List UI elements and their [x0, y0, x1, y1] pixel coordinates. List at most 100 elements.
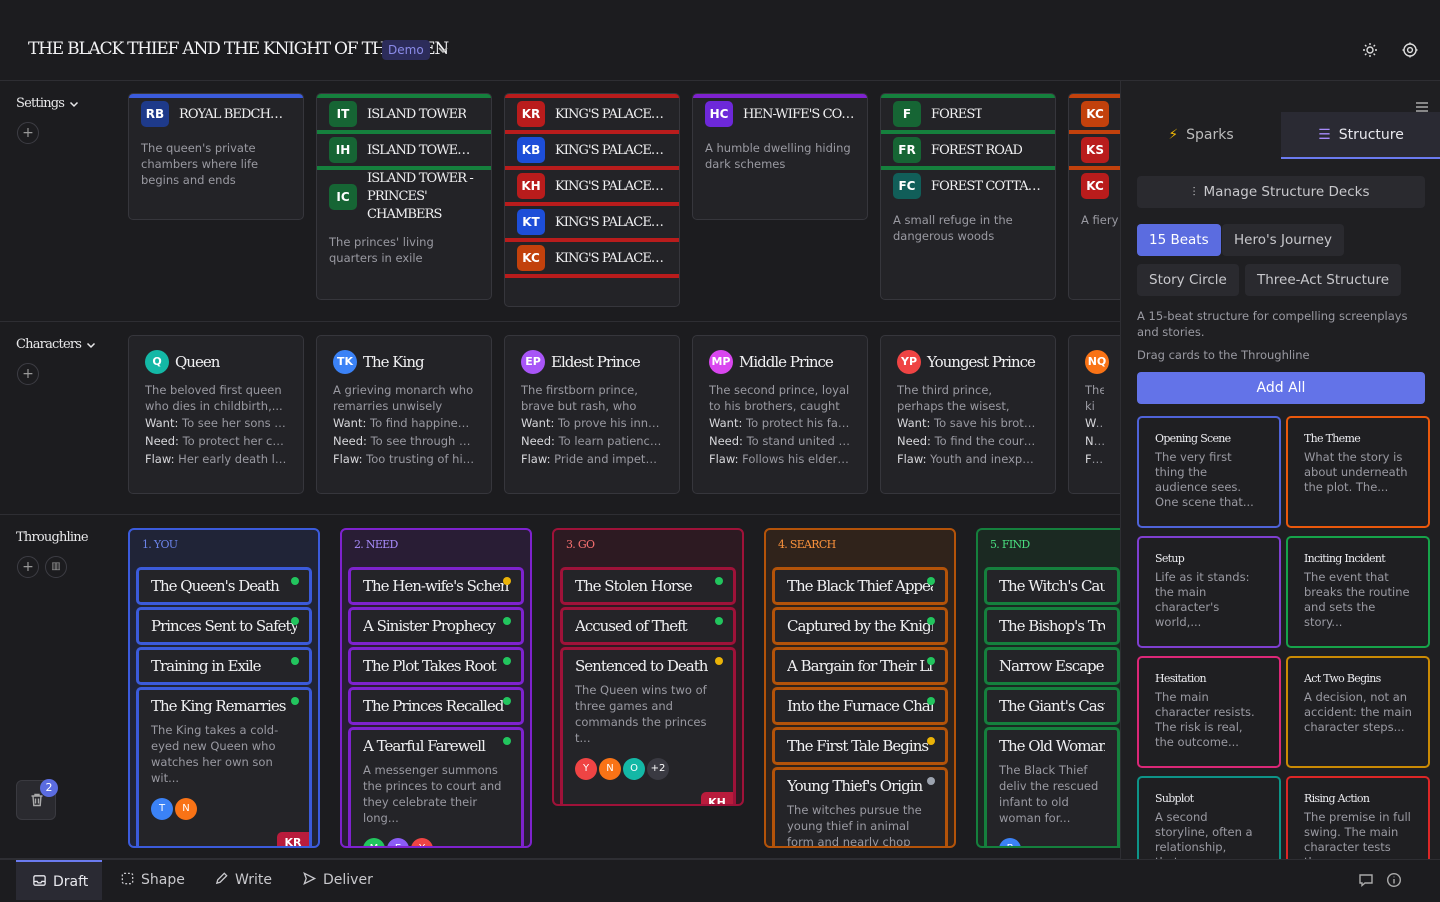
beat-card[interactable]: The Black Thief Appears: [772, 567, 948, 605]
beat-card[interactable]: The Giant's Castle: [984, 687, 1120, 725]
beat-card[interactable]: The Bishop's Treasure: [984, 607, 1120, 645]
character-card[interactable]: YP Youngest Prince The third prince, perha…: [880, 335, 1056, 494]
setting-row[interactable]: KH KING'S PALACE - GR...: [505, 170, 679, 206]
tab-shape[interactable]: Shape: [120, 860, 185, 900]
tab-write[interactable]: Write: [214, 860, 272, 900]
beat-card[interactable]: Training in Exile: [136, 647, 312, 685]
beat-avatars: B: [999, 836, 1105, 846]
beat-card[interactable]: The Witch's Cauldron: [984, 567, 1120, 605]
structure-beat-card[interactable]: Act Two Begins A decision, not an acciden…: [1286, 656, 1430, 768]
chevron-down-icon[interactable]: [68, 98, 80, 110]
character-card[interactable]: TK The King A grieving monarch who remarri…: [316, 335, 492, 494]
setting-card[interactable]: ITISLAND TOWERIHISLAND TOWER - TRA...ICI…: [316, 93, 492, 300]
gear-icon[interactable]: [1401, 41, 1419, 59]
beat-card[interactable]: Captured by the Knight: [772, 607, 948, 645]
deck-chip-story-circle[interactable]: Story Circle: [1137, 264, 1239, 296]
tab-draft[interactable]: Draft: [16, 860, 102, 900]
add-character-button[interactable]: +: [17, 363, 39, 385]
beat-card[interactable]: A Sinister Prophecy: [348, 607, 524, 645]
setting-row[interactable]: KR KING'S PALACE - TH...: [505, 98, 679, 134]
setting-row[interactable]: KC: [1069, 170, 1120, 206]
beat-card[interactable]: Accused of Theft: [560, 607, 736, 645]
beat-card[interactable]: The Old Woman's Aid The Black Thief deliv…: [984, 727, 1120, 846]
setting-card[interactable]: F FOREST FR FOREST ROAD FC FOREST COTTAGE A sm…: [880, 93, 1056, 300]
chevron-down-icon[interactable]: [436, 43, 450, 57]
chevron-down-icon[interactable]: [85, 339, 97, 351]
setting-row[interactable]: KB KING'S PALACE - ROY...: [505, 134, 679, 170]
beat-card[interactable]: A Tearful Farewell A messenger summons th…: [348, 727, 524, 846]
deck-chip-heros-journey[interactable]: Hero's Journey: [1222, 224, 1344, 256]
character-name: The King: [363, 353, 425, 371]
setting-row[interactable]: KS: [1069, 134, 1120, 170]
setting-row[interactable]: F FOREST: [881, 98, 1055, 134]
character-card[interactable]: EP Eldest Prince The firstborn prince, bra…: [504, 335, 680, 494]
setting-card[interactable]: RB ROYAL BEDCHAMBER The queen's private ch…: [128, 93, 304, 220]
beat-card[interactable]: The Stolen Horse: [560, 567, 736, 605]
character-description: A grieving monarch who remarries unwisel…: [333, 383, 474, 413]
sun-icon[interactable]: [1361, 41, 1379, 59]
tab-deliver[interactable]: Deliver: [302, 860, 373, 900]
deck-chip-15-beats[interactable]: 15 Beats: [1137, 224, 1221, 256]
beat-card[interactable]: Into the Furnace Chamber: [772, 687, 948, 725]
character-flaw: Flaw: Pride and impetuo...: [521, 450, 663, 468]
chat-icon[interactable]: [1358, 872, 1374, 888]
structure-beat-card[interactable]: The Theme What the story is about underne…: [1286, 416, 1430, 528]
setting-row[interactable]: HC HEN-WIFE'S COTTAGE: [693, 98, 867, 134]
setting-card[interactable]: KR KING'S PALACE - TH... KB KING'S PALACE -…: [504, 93, 680, 307]
add-setting-button[interactable]: +: [17, 122, 39, 144]
setting-card[interactable]: KC KS KC A fiery served: [1068, 93, 1120, 300]
structure-beat-card[interactable]: Opening Scene The very first thing the au…: [1137, 416, 1281, 528]
structure-beat-card[interactable]: Rising Action The premise in full swing. …: [1286, 776, 1430, 859]
character-card[interactable]: Q Queen The beloved first queen who dies i…: [128, 335, 304, 494]
beat-title: The Princes Recalled: [363, 697, 504, 715]
structure-beat-card[interactable]: Inciting Incident The event that breaks t…: [1286, 536, 1430, 648]
character-header: TK The King: [333, 350, 475, 374]
deck-chip-three-act[interactable]: Three-Act Structure: [1245, 264, 1402, 296]
tab-structure[interactable]: ☰ Structure: [1281, 112, 1440, 159]
setting-row[interactable]: KC: [1069, 98, 1120, 134]
setting-row[interactable]: IC ISLAND TOWER - PRINCES' CHAMBERS: [317, 170, 491, 228]
setting-card[interactable]: HC HEN-WIFE'S COTTAGE A humble dwelling hi…: [692, 93, 868, 220]
beat-card[interactable]: The Queen's Death: [136, 567, 312, 605]
beat-card[interactable]: The First Tale Begins: [772, 727, 948, 765]
add-beat-button[interactable]: +: [17, 556, 39, 578]
characters-lane-label[interactable]: Characters: [16, 337, 97, 352]
structure-beat-card[interactable]: Setup Life as it stands: the main charact…: [1137, 536, 1281, 648]
beat-card[interactable]: Princes Sent to Safety: [136, 607, 312, 645]
add-all-button[interactable]: Add All: [1137, 372, 1425, 404]
columns-icon[interactable]: ▥: [45, 556, 67, 578]
flaw-value: Youth and inexperi...: [930, 452, 1039, 466]
character-card[interactable]: NQ The ki who co Want: Need: Flaw:: [1068, 335, 1120, 494]
setting-badge: KC: [1081, 101, 1109, 127]
beat-avatars: TN: [151, 796, 297, 824]
beat-card[interactable]: Young Thief's Origin The witches pursue t…: [772, 767, 948, 846]
beat-card[interactable]: The Plot Takes Root: [348, 647, 524, 685]
setting-row[interactable]: IH ISLAND TOWER - TRA...: [317, 134, 491, 170]
setting-row[interactable]: KT KING'S PALACE - TO...: [505, 206, 679, 242]
setting-row[interactable]: RB ROYAL BEDCHAMBER: [129, 98, 303, 134]
setting-row[interactable]: IT ISLAND TOWER: [317, 98, 491, 134]
setting-row[interactable]: KC KING'S PALACE - CO...: [505, 242, 679, 278]
character-flaw: Flaw:: [1085, 450, 1104, 468]
beat-card[interactable]: A Bargain for Their Lives: [772, 647, 948, 685]
beat-card[interactable]: The Princes Recalled: [348, 687, 524, 725]
tab-sparks[interactable]: ⚡ Sparks: [1121, 112, 1281, 159]
beat-card[interactable]: Sentenced to Death The Queen wins two of …: [560, 647, 736, 804]
setting-badge: KR: [517, 101, 545, 127]
setting-row[interactable]: FR FOREST ROAD: [881, 134, 1055, 170]
settings-lane-label[interactable]: Settings: [16, 96, 80, 111]
character-want: Want: To save his brothe...: [897, 414, 1039, 432]
beat-card[interactable]: The Hen-wife's Scheme: [348, 567, 524, 605]
setting-badge: KT: [517, 209, 545, 235]
character-card[interactable]: MP Middle Prince The second prince, loyal …: [692, 335, 868, 494]
structure-beat-card[interactable]: Subplot A second storyline, often a relat…: [1137, 776, 1281, 859]
beat-card[interactable]: Narrow Escape: [984, 647, 1120, 685]
setting-row[interactable]: FC FOREST COTTAGE: [881, 170, 1055, 206]
character-header: Q Queen: [145, 350, 287, 374]
beat-title: The Witch's Cauldron: [999, 577, 1105, 595]
beat-card[interactable]: The King Remarries The King takes a cold-…: [136, 687, 312, 846]
info-icon[interactable]: [1386, 872, 1402, 888]
need-label: Need:: [521, 434, 555, 448]
manage-structure-decks-button[interactable]: ⫶ Manage Structure Decks: [1137, 176, 1425, 208]
structure-beat-card[interactable]: Hesitation The main character resists. Th…: [1137, 656, 1281, 768]
